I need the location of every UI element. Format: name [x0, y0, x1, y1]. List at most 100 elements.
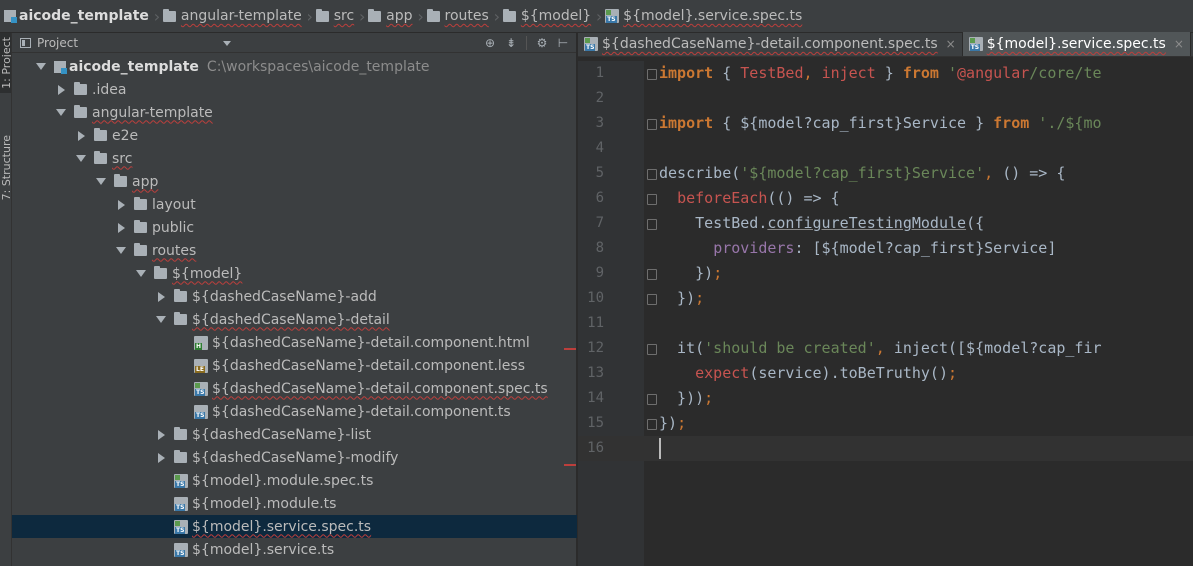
fold-marker-icon[interactable]	[646, 417, 657, 430]
code-line: 13 expect(service).toBeTruthy();	[578, 361, 1193, 386]
line-number: 12	[587, 340, 604, 356]
fold-marker-icon[interactable]	[646, 267, 657, 280]
breadcrumb-item[interactable]: routes	[425, 0, 493, 32]
tree-item[interactable]: public	[12, 216, 577, 239]
error-stripe-mark[interactable]	[564, 348, 576, 350]
code-text: beforeEach(() => {	[659, 186, 840, 211]
tree-item-label: public	[152, 219, 195, 236]
code-token: ;	[948, 364, 958, 382]
breadcrumb-item[interactable]: src	[314, 0, 358, 32]
editor-tab[interactable]: ${model}.service.spec.ts ×	[962, 32, 1191, 56]
collapse-arrow-icon[interactable]	[154, 451, 168, 465]
code-text: expect(service).toBeTruthy();	[659, 361, 957, 386]
tree-item[interactable]: ${dashedCaseName}-modify	[12, 446, 577, 469]
breadcrumb-item[interactable]: aicode_template	[2, 0, 153, 32]
tree-item[interactable]: routes	[12, 239, 577, 262]
fold-marker-icon[interactable]	[646, 167, 657, 180]
collapse-arrow-icon[interactable]	[54, 83, 68, 97]
editor-tab[interactable]: ${dashedCaseName}-detail.component.spec.…	[578, 32, 963, 56]
close-icon[interactable]: ×	[946, 37, 956, 51]
code-token: 'should be created'	[704, 339, 876, 357]
locate-icon[interactable]: ⊕	[481, 34, 499, 52]
fold-marker-icon[interactable]	[646, 117, 657, 130]
fold-marker-icon[interactable]	[646, 217, 657, 230]
line-number: 9	[595, 265, 604, 281]
code-text: }));	[659, 386, 713, 411]
tree-item[interactable]: aicode_template C:\workspaces\aicode_temp…	[12, 55, 577, 78]
tree-item[interactable]: angular-template	[12, 101, 577, 124]
tree-item-label: aicode_template	[69, 58, 199, 75]
expand-arrow-icon[interactable]	[154, 313, 168, 327]
fold-marker-icon[interactable]	[646, 342, 657, 355]
close-icon[interactable]: ×	[1174, 37, 1184, 51]
expand-arrow-icon[interactable]	[34, 60, 48, 74]
project-view-selector[interactable]: Project	[37, 36, 78, 50]
tree-item[interactable]: ${dashedCaseName}-detail.component.html	[12, 331, 577, 354]
collapse-arrow-icon[interactable]	[114, 198, 128, 212]
tree-item[interactable]: ${dashedCaseName}-detail.component.ts	[12, 400, 577, 423]
line-number: 1	[595, 65, 604, 81]
structure-tool-tab[interactable]: 7: Structure	[0, 128, 11, 208]
code-token: configureTestingModule	[767, 214, 967, 232]
typescript-file-icon	[194, 404, 208, 419]
expand-arrow-icon[interactable]	[94, 175, 108, 189]
expand-arrow-icon[interactable]	[114, 244, 128, 258]
code-token: (service).toBeTruthy()	[749, 364, 948, 382]
breadcrumb-item[interactable]: ${model}.service.spec.ts	[603, 0, 806, 32]
editor-tab-label: ${dashedCaseName}-detail.component.spec.…	[602, 36, 938, 52]
tree-item-label: ${model}.module.ts	[192, 495, 337, 512]
project-view-icon	[20, 37, 31, 48]
fold-marker-icon[interactable]	[646, 392, 657, 405]
code-text: providers: [${model?cap_first}Service]	[659, 236, 1056, 261]
tree-item[interactable]: ${model}.module.spec.ts	[12, 469, 577, 492]
tree-item[interactable]: ${model}	[12, 262, 577, 285]
folder-icon	[74, 82, 87, 95]
collapse-arrow-icon[interactable]	[114, 221, 128, 235]
tree-item[interactable]: ${dashedCaseName}-list	[12, 423, 577, 446]
expand-arrow-icon[interactable]	[134, 267, 148, 281]
breadcrumb-item[interactable]: angular-template	[161, 0, 306, 32]
code-token: beforeEach	[677, 189, 768, 207]
error-stripe-mark[interactable]	[564, 464, 576, 466]
collapse-arrow-icon[interactable]	[154, 428, 168, 442]
tree-item[interactable]: layout	[12, 193, 577, 216]
breadcrumb-item[interactable]: ${model}	[501, 0, 595, 32]
code-line: 6 beforeEach(() => {	[578, 186, 1193, 211]
tree-item-label: angular-template	[92, 104, 213, 121]
tree-item[interactable]: ${dashedCaseName}-detail	[12, 308, 577, 331]
line-number: 16	[587, 440, 604, 456]
project-tool-tab[interactable]: 1: Project	[0, 33, 11, 93]
tree-item[interactable]: .idea	[12, 78, 577, 101]
tree-item[interactable]: e2e	[12, 124, 577, 147]
fold-marker-icon[interactable]	[646, 67, 657, 80]
tree-item[interactable]: ${model}.service.ts	[12, 538, 577, 561]
code-line: 16	[578, 436, 1193, 461]
chevron-down-icon[interactable]	[223, 41, 231, 46]
collapse-icon[interactable]: ⇟	[502, 34, 520, 52]
collapse-arrow-icon[interactable]	[154, 290, 168, 304]
tree-item[interactable]: src	[12, 147, 577, 170]
tree-item-label: ${dashedCaseName}-detail.component.html	[212, 334, 530, 351]
settings-icon[interactable]: ⚙	[533, 34, 551, 52]
tree-item[interactable]: app	[12, 170, 577, 193]
tree-item[interactable]: ${dashedCaseName}-detail.component.spec.…	[12, 377, 577, 400]
code-editor[interactable]: 1 import { TestBed, inject } from '@angul…	[578, 61, 1193, 566]
code-token: /core/te	[1029, 64, 1102, 82]
collapse-arrow-icon[interactable]	[74, 129, 88, 143]
tree-item[interactable]: ${dashedCaseName}-add	[12, 285, 577, 308]
tree-item-label: ${dashedCaseName}-modify	[192, 449, 399, 466]
hide-icon[interactable]: ⊢	[554, 34, 572, 52]
tree-item[interactable]: ${model}.service.spec.ts	[12, 515, 577, 538]
tree-item[interactable]: ${dashedCaseName}-detail.component.less	[12, 354, 577, 377]
breadcrumb-item[interactable]: app	[366, 0, 416, 32]
expand-arrow-icon[interactable]	[54, 106, 68, 120]
expand-arrow-icon[interactable]	[74, 152, 88, 166]
fold-marker-icon[interactable]	[646, 192, 657, 205]
breadcrumb-separator: ›	[595, 6, 603, 26]
fold-marker-icon[interactable]	[646, 292, 657, 305]
code-token: '${model?cap_first}Service'	[740, 164, 985, 182]
line-number: 7	[595, 215, 604, 231]
code-token: '	[938, 64, 958, 82]
tree-item[interactable]: ${model}.module.ts	[12, 492, 577, 515]
